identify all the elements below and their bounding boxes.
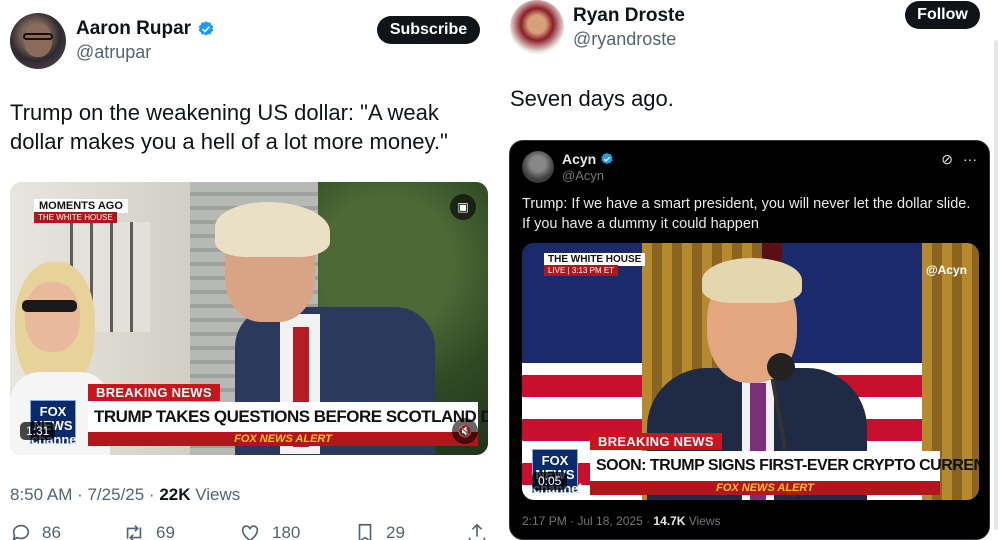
video-overlay-live: LIVE | 3:13 PM ET xyxy=(544,265,619,276)
tweet-text: Trump on the weakening US dollar: "A wea… xyxy=(10,100,448,154)
quote-timestamp[interactable]: 2:17 PM · Jul 18, 2025 · xyxy=(522,514,653,528)
video-overlay-moments: MOMENTS AGO xyxy=(34,199,128,213)
mute-icon[interactable]: 🔇 xyxy=(452,418,478,444)
video-player[interactable]: MOMENTS AGO THE WHITE HOUSE ▣ BREAKING N… xyxy=(10,182,488,455)
bookmark-count: 29 xyxy=(386,523,405,540)
news-alert-bar: FOX NEWS ALERT xyxy=(590,481,940,495)
quote-author-handle[interactable]: @Acyn xyxy=(562,168,604,183)
breaking-news-label: BREAKING NEWS xyxy=(88,384,220,401)
repost-icon xyxy=(126,525,142,540)
captions-icon[interactable]: ▣ xyxy=(450,194,476,220)
quote-author-name[interactable]: Acyn xyxy=(562,151,596,167)
reply-action[interactable]: 86 xyxy=(10,522,61,540)
verified-badge-icon xyxy=(601,152,613,165)
grok-icon[interactable]: ⊘ xyxy=(941,151,953,168)
quote-views-count: 14.7K xyxy=(653,514,686,528)
views-count: 22K xyxy=(159,485,191,504)
like-icon xyxy=(241,525,259,540)
quote-meta: 2:17 PM · Jul 18, 2025 · 14.7K Views xyxy=(522,514,721,528)
video-time: 1:31 xyxy=(20,422,56,440)
video-overlay-location: THE WHITE HOUSE xyxy=(34,212,117,223)
like-action[interactable]: 180 xyxy=(238,522,300,540)
right-tweet: Ryan Droste @ryandroste Follow Seven day… xyxy=(500,0,1000,540)
video-time: 0:05 xyxy=(532,472,568,490)
author-handle[interactable]: @atrupar xyxy=(76,42,151,63)
bookmark-icon xyxy=(358,523,372,540)
author-name-row: Aaron Rupar xyxy=(76,18,215,40)
video-player[interactable]: THE WHITE HOUSE LIVE | 3:13 PM ET @Acyn … xyxy=(522,243,979,500)
repost-count: 69 xyxy=(156,523,175,540)
author-name[interactable]: Ryan Droste xyxy=(573,5,685,26)
reply-count: 86 xyxy=(42,523,61,540)
subscribe-button[interactable]: Subscribe xyxy=(377,16,480,44)
bookmark-action[interactable]: 29 xyxy=(354,522,405,540)
reply-icon xyxy=(12,524,30,540)
tweet-timestamp[interactable]: 8:50 AM · 7/25/25 · xyxy=(10,485,159,504)
breaking-news-label: BREAKING NEWS xyxy=(590,433,722,450)
quote-author-avatar[interactable] xyxy=(522,151,554,183)
author-name[interactable]: Aaron Rupar xyxy=(76,18,191,40)
share-icon xyxy=(468,523,486,540)
left-tweet: Aaron Rupar @atrupar Subscribe Trump on … xyxy=(0,0,500,540)
repost-action[interactable]: 69 xyxy=(122,522,175,540)
news-headline: SOON: TRUMP SIGNS FIRST-EVER CRYPTO CURR… xyxy=(590,451,979,481)
author-name-row: Ryan Droste xyxy=(573,5,685,27)
quote-views-label: Views xyxy=(685,514,721,528)
views-label: Views xyxy=(190,485,241,504)
follow-button[interactable]: Follow xyxy=(905,1,980,29)
video-watermark: @Acyn xyxy=(925,263,967,277)
quote-author-name-row: Acyn xyxy=(562,151,614,167)
more-icon[interactable]: ··· xyxy=(963,151,977,168)
author-avatar[interactable] xyxy=(510,0,564,54)
tweet-meta: 8:50 AM · 7/25/25 · 22K Views xyxy=(10,485,240,505)
quote-text: Trump: If we have a smart president, you… xyxy=(522,196,971,232)
like-count: 180 xyxy=(272,523,301,540)
verified-badge-icon xyxy=(198,21,214,36)
quoted-tweet[interactable]: Acyn @Acyn ⊘ ··· Trump: If we have a sma… xyxy=(509,140,990,540)
quote-toolbar: ⊘ ··· xyxy=(941,151,977,168)
author-handle[interactable]: @ryandroste xyxy=(573,29,676,50)
share-action[interactable] xyxy=(466,522,488,540)
tweet-text: Seven days ago. xyxy=(510,86,674,111)
news-headline: TRUMP TAKES QUESTIONS BEFORE SCOTLAND DE… xyxy=(88,402,488,432)
scrollbar[interactable] xyxy=(994,40,998,530)
author-avatar[interactable] xyxy=(10,13,66,69)
news-alert-bar: FOX NEWS ALERT xyxy=(88,432,478,446)
